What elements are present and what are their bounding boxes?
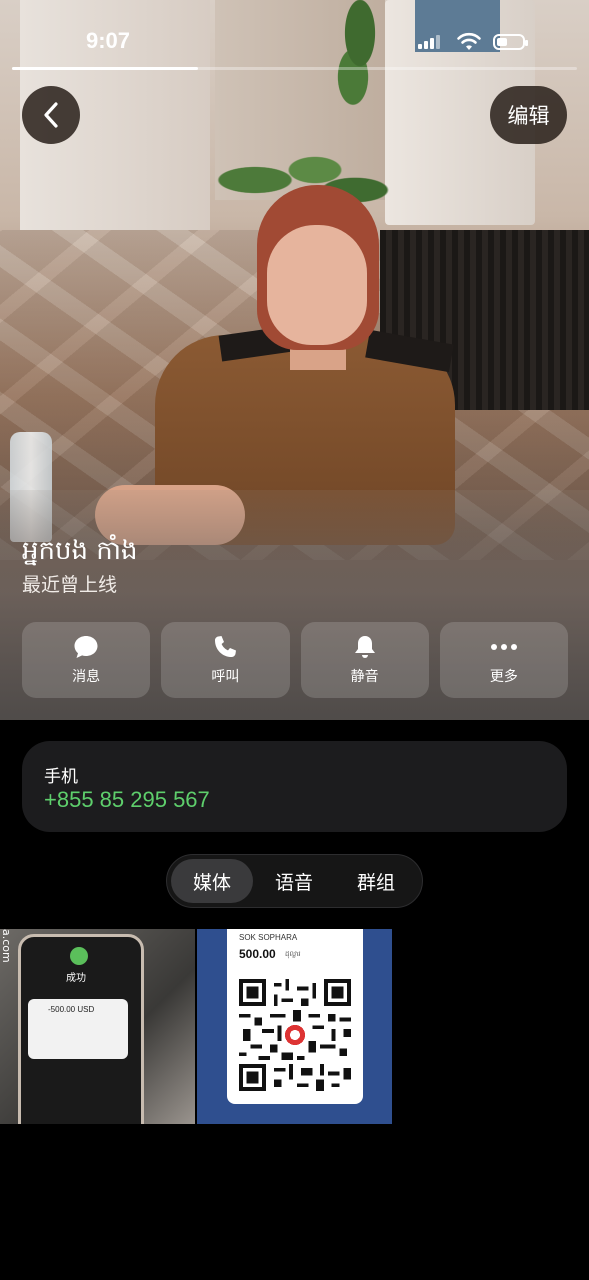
thumb-amount: -500.00 USD bbox=[48, 1005, 95, 1014]
phone-info-card[interactable]: 手机 +855 85 295 567 bbox=[22, 741, 567, 832]
call-button[interactable]: 呼叫 bbox=[161, 622, 290, 698]
media-tabs: 媒体 语音 群组 bbox=[166, 854, 423, 908]
thumb-site-text: a.com bbox=[0, 929, 13, 963]
back-button[interactable] bbox=[22, 86, 80, 144]
mute-button-label: 静音 bbox=[350, 669, 379, 685]
phone-label: 手机 bbox=[44, 767, 78, 787]
tab-media[interactable]: 媒体 bbox=[171, 859, 253, 903]
wifi-icon bbox=[457, 32, 481, 50]
more-button[interactable]: 更多 bbox=[439, 622, 568, 698]
more-dots-icon bbox=[490, 644, 517, 650]
qr-currency: ដុល្លារ bbox=[285, 950, 301, 958]
media-thumbnail[interactable]: SOK SOPHARA 500.00 ដុល្លារ bbox=[197, 929, 392, 1124]
tab-voice[interactable]: 语音 bbox=[253, 859, 335, 903]
phone-number[interactable]: +855 85 295 567 bbox=[44, 787, 210, 813]
message-bubble-icon bbox=[74, 636, 98, 658]
phone-icon bbox=[215, 636, 237, 657]
last-seen-status: 最近曾上线 bbox=[22, 574, 118, 596]
story-progress-fill bbox=[12, 67, 199, 70]
cellular-signal-icon bbox=[418, 35, 440, 49]
chevron-left-icon bbox=[44, 102, 58, 128]
status-time: 9:07 bbox=[86, 28, 131, 53]
story-progress-bar bbox=[12, 67, 577, 70]
action-bar: 消息 呼叫 静音 更多 bbox=[22, 622, 568, 698]
battery-icon bbox=[493, 34, 528, 50]
person-face bbox=[267, 225, 367, 345]
media-grid: a.com 成功 -500.00 USD SOK SOPHARA 500.00 … bbox=[0, 929, 392, 1124]
tab-groups[interactable]: 群组 bbox=[335, 859, 417, 903]
media-thumbnail[interactable]: a.com 成功 -500.00 USD bbox=[0, 929, 195, 1124]
contact-name: អ្នកបង កាំង bbox=[22, 536, 138, 566]
message-button-label: 消息 bbox=[72, 669, 101, 685]
more-button-label: 更多 bbox=[489, 669, 518, 685]
thumb-success-text: 成功 bbox=[66, 973, 86, 984]
mute-button[interactable]: 静音 bbox=[300, 622, 429, 698]
qr-amount: 500.00 bbox=[239, 947, 276, 961]
message-button[interactable]: 消息 bbox=[22, 622, 151, 698]
success-check-icon bbox=[70, 947, 88, 965]
bell-icon bbox=[354, 636, 375, 658]
qr-recipient-name: SOK SOPHARA bbox=[239, 933, 298, 942]
edit-button[interactable]: 编辑 bbox=[490, 86, 567, 144]
status-bar: 9:07 bbox=[0, 0, 589, 70]
call-button-label: 呼叫 bbox=[211, 669, 240, 685]
qr-code-icon bbox=[239, 979, 351, 1091]
